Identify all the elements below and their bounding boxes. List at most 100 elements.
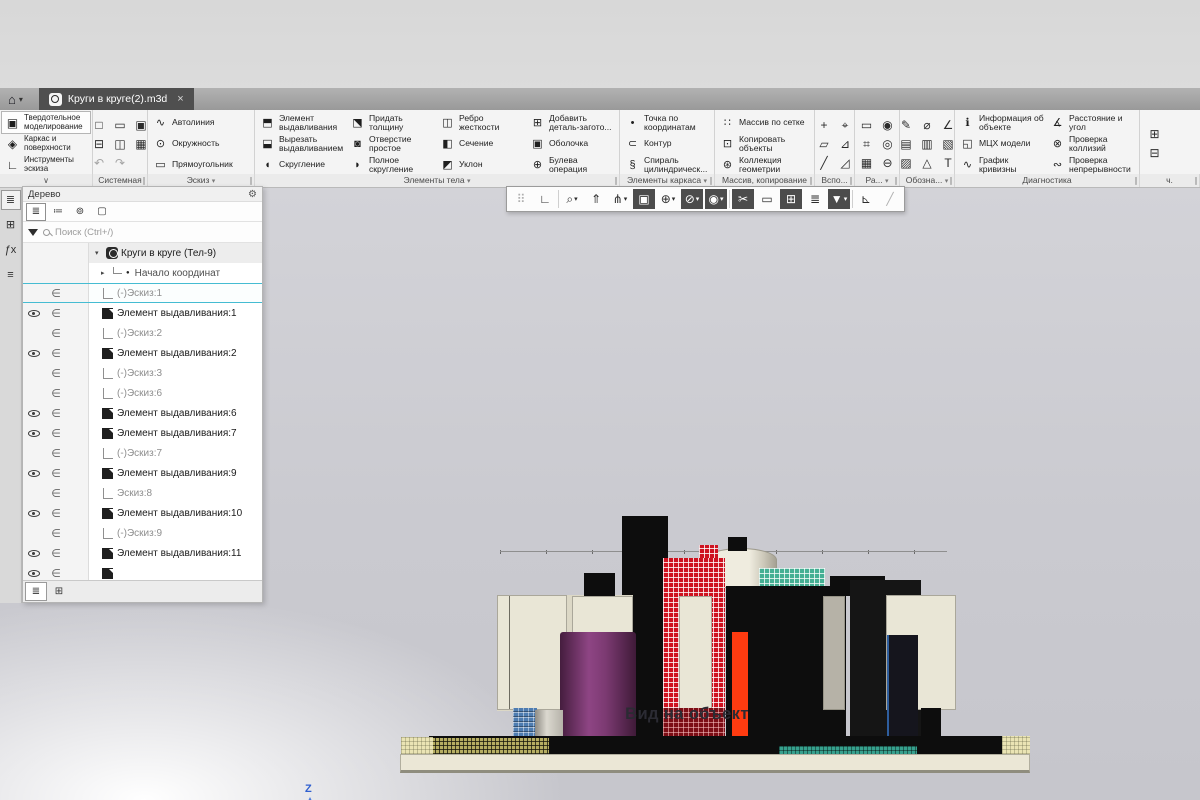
dims-linear-icon[interactable]: ▭ xyxy=(858,117,875,134)
viewport-toolbar-button[interactable]: ▾ xyxy=(852,190,853,208)
print-icon[interactable]: ⊟ xyxy=(93,136,108,153)
dims-radial-icon[interactable]: ◉ xyxy=(879,117,896,134)
visibility-eye-icon[interactable] xyxy=(23,443,45,463)
orientation-button[interactable]: ⋔ ▾ xyxy=(609,189,631,209)
boolean-operation-button[interactable]: ⊕ Булева операция xyxy=(527,154,617,174)
tree-item-extrude-9[interactable]: ∈ ● Элемент выдавливания:9 xyxy=(23,463,262,483)
ch-icon-2[interactable]: ⊟ xyxy=(1146,145,1163,162)
visibility-eye-icon[interactable] xyxy=(23,343,45,363)
caret-down-icon[interactable]: ▾ xyxy=(574,195,578,203)
mode-sketch-tools[interactable]: ∟ Инструменты эскиза xyxy=(2,154,90,174)
save-icon[interactable]: ▣ xyxy=(133,117,149,134)
notation-stamp3-icon[interactable]: ▨ xyxy=(900,155,915,172)
layers-button[interactable]: ≣ ▾ xyxy=(804,189,826,209)
visibility-eye-icon[interactable] xyxy=(23,523,45,543)
hide-objects-eye-button[interactable]: ⊘ ▾ xyxy=(681,189,703,209)
cut-extrude-button[interactable]: ⬓ Вырезать выдавливанием xyxy=(257,133,347,154)
full-fillet-button[interactable]: ◗ Полное скругление xyxy=(347,154,437,174)
draft-button[interactable]: ◩ Уклон xyxy=(437,154,527,174)
notation-pencil-icon[interactable]: ✎ xyxy=(900,117,915,134)
visibility-eye-icon[interactable] xyxy=(23,483,45,503)
tree-view-sequence-button[interactable]: ≔ xyxy=(49,204,67,220)
pipette-button[interactable]: ╱ ▾ xyxy=(879,189,901,209)
components-button[interactable]: ⊞ ▾ xyxy=(780,189,802,209)
group-caret-icon[interactable]: ▾ xyxy=(885,178,889,185)
aux-axis-icon[interactable]: + xyxy=(816,117,833,134)
tree-item-origin[interactable]: ∈ ▸ ● Начало координат xyxy=(23,263,262,283)
tree-item-extrude-2[interactable]: ∈ ● Элемент выдавливания:2 xyxy=(23,343,262,363)
caret-down-icon[interactable]: ▾ xyxy=(624,195,628,203)
viewport-toolbar-button[interactable]: ▾ xyxy=(558,190,559,208)
group-label-notation[interactable]: Обозна... ▾ ∥ xyxy=(900,174,955,187)
notation-stamp1-icon[interactable]: ▤ xyxy=(900,136,915,153)
visibility-eye-icon[interactable] xyxy=(23,284,45,302)
section-button[interactable]: ◧ Сечение xyxy=(437,133,527,154)
group-caret-icon[interactable]: ▾ xyxy=(467,178,471,185)
gear-icon[interactable]: ⚙ xyxy=(248,189,257,200)
redo-icon[interactable]: ↷ xyxy=(112,155,129,172)
group-caret-icon[interactable]: ▾ xyxy=(212,178,216,185)
new-document-icon[interactable]: □ xyxy=(93,117,108,134)
expand-arrow-icon[interactable]: ▸ xyxy=(101,269,111,277)
tree-view-structure-button[interactable]: ≣ xyxy=(27,204,45,220)
ch-icon-1[interactable]: ⊞ xyxy=(1146,126,1163,143)
group-caret-icon[interactable]: ▾ xyxy=(703,178,707,185)
group-label-ch[interactable]: ч. ▾ ∥ xyxy=(1140,174,1200,187)
tree-item-extrude-1[interactable]: ∈ ● Элемент выдавливания:1 xyxy=(23,303,262,323)
strip-list-icon[interactable]: ≡ xyxy=(2,266,20,284)
tree-item-partial[interactable]: ∈ ● xyxy=(23,563,262,580)
notation-diameter-icon[interactable]: ⌀ xyxy=(919,117,936,134)
mode-wireframe-surfaces[interactable]: ◈ Каркас и поверхности xyxy=(2,133,90,154)
caret-down-icon[interactable]: ▾ xyxy=(696,195,700,203)
viewport-toolbar-button[interactable]: ▾ xyxy=(729,190,730,208)
fillet-button[interactable]: ◖ Скругление xyxy=(257,154,347,174)
visibility-eye-icon[interactable] xyxy=(23,543,45,563)
rotate-globe-button[interactable]: ⊕ ▾ xyxy=(657,189,679,209)
mass-properties-button[interactable]: ◱ МЦХ модели xyxy=(957,133,1047,154)
tree-item-sketch-1[interactable]: ∈ ● (-)Эскиз:1 xyxy=(23,283,262,303)
caret-down-icon[interactable]: ▾ xyxy=(720,195,724,203)
toolbar-grip-handle[interactable]: ⠿ ▾ xyxy=(510,189,532,209)
grid-array-button[interactable]: ∷ Массив по сетке xyxy=(717,112,811,133)
home-button[interactable]: ⌂ ▾ xyxy=(0,88,31,110)
tree-item-sketch-9[interactable]: ∈ ● (-)Эскиз:9 xyxy=(23,523,262,543)
visibility-eye-icon[interactable] xyxy=(23,503,45,523)
section-scissors-button[interactable]: ✂ ▾ xyxy=(732,189,754,209)
collision-check-button[interactable]: ⊗ Проверка коллизий xyxy=(1047,133,1137,154)
continuity-check-button[interactable]: ∾ Проверка непрерывности xyxy=(1047,154,1137,174)
aux-angle-icon[interactable]: ◿ xyxy=(837,155,854,172)
circle-button[interactable]: ⊙ Окружность xyxy=(150,133,251,154)
notation-angle-icon[interactable]: ∠ xyxy=(940,117,956,134)
group-caret-icon[interactable]: ▾ xyxy=(945,178,949,185)
rib-button[interactable]: ◫ Ребро жесткости xyxy=(437,112,527,133)
measure-button[interactable]: ⊾ ▾ xyxy=(855,189,877,209)
aux-line-icon[interactable]: ╱ xyxy=(816,155,833,172)
tree-frame-button[interactable]: ▢ xyxy=(93,204,111,220)
dims-diameter-icon[interactable]: ◎ xyxy=(879,136,896,153)
tree-item-extrude-6[interactable]: ∈ ● Элемент выдавливания:6 xyxy=(23,403,262,423)
tree-item-sketch-3[interactable]: ∈ ● (-)Эскиз:3 xyxy=(23,363,262,383)
dims-grid-icon[interactable]: ⌗ xyxy=(858,136,875,153)
visibility-eye-icon[interactable] xyxy=(23,363,45,383)
strip-tree-icon[interactable]: ≣ xyxy=(2,191,20,209)
save-as-icon[interactable]: ▦ xyxy=(133,136,149,153)
tree-item-sketch-7[interactable]: ∈ ● (-)Эскиз:7 xyxy=(23,443,262,463)
fit-view-button[interactable]: ⇑ ▾ xyxy=(585,189,607,209)
dims-pattern-icon[interactable]: ▦ xyxy=(858,155,875,172)
add-part-blank-button[interactable]: ⊞ Добавить деталь-загото... xyxy=(527,112,617,133)
home-caret-icon[interactable]: ▾ xyxy=(19,95,23,104)
cylindrical-spiral-button[interactable]: § Спираль цилиндрическ... xyxy=(622,154,711,174)
tree-item-sketch-6[interactable]: ∈ ● (-)Эскиз:6 xyxy=(23,383,262,403)
expand-arrow-icon[interactable]: ▾ xyxy=(95,249,105,257)
notation-text-icon[interactable]: T xyxy=(940,155,956,172)
notation-datum-icon[interactable]: △ xyxy=(919,155,936,172)
extrude-element-button[interactable]: ⬒ Элемент выдавливания xyxy=(257,112,347,133)
clip-view-camera-button[interactable]: ◉ ▾ xyxy=(705,189,727,209)
caret-down-icon[interactable]: ▾ xyxy=(672,195,676,203)
panel-tab-tree[interactable]: ≣ xyxy=(26,583,46,600)
open-folder-icon[interactable]: ▭ xyxy=(112,117,129,134)
tree-item-root[interactable]: ∈ ▾ ● Круги в круге (Тел-9) xyxy=(23,243,262,263)
document-tab[interactable]: Круги в круге(2).m3d × xyxy=(39,88,194,110)
curvature-graph-button[interactable]: ∿ График кривизны xyxy=(957,154,1047,174)
aux-plane-icon[interactable]: ▱ xyxy=(816,136,833,153)
